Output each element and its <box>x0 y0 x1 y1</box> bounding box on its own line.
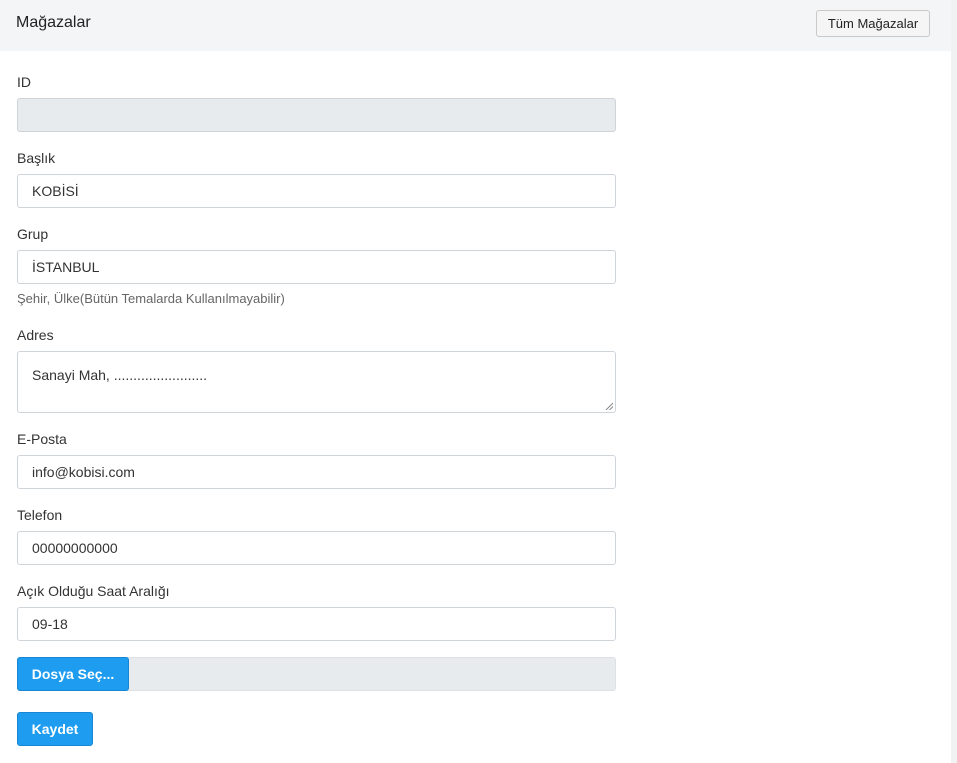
title-label: Başlık <box>17 150 56 166</box>
all-stores-button[interactable]: Tüm Mağazalar <box>816 10 930 37</box>
address-label: Adres <box>17 327 54 343</box>
choose-file-button[interactable]: Dosya Seç... <box>17 657 129 691</box>
page-title: Mağazalar <box>16 14 91 31</box>
id-label: ID <box>17 74 31 90</box>
save-button[interactable]: Kaydet <box>17 712 93 746</box>
title-input[interactable]: KOBİSİ <box>17 174 616 208</box>
resize-grip-icon[interactable] <box>605 402 613 410</box>
phone-input[interactable]: 00000000000 <box>17 531 616 565</box>
address-text: Sanayi Mah, ........................ <box>32 367 208 383</box>
group-label: Grup <box>17 226 49 242</box>
id-field[interactable] <box>17 98 616 132</box>
hours-input[interactable]: 09-18 <box>17 607 616 641</box>
group-help-text: Şehir, Ülke(Bütün Temalarda Kullanılmaya… <box>17 291 285 306</box>
group-input[interactable]: İSTANBUL <box>17 250 616 284</box>
right-edge-strip <box>951 0 957 763</box>
email-label: E-Posta <box>17 431 67 447</box>
email-input[interactable]: info@kobisi.com <box>17 455 616 489</box>
hours-label: Açık Olduğu Saat Aralığı <box>17 583 170 599</box>
phone-label: Telefon <box>17 507 63 523</box>
file-input[interactable]: Dosya Seç... <box>17 657 616 691</box>
address-textarea[interactable]: Sanayi Mah, ........................ <box>17 351 616 413</box>
page-header: Mağazalar Tüm Mağazalar <box>0 0 951 51</box>
